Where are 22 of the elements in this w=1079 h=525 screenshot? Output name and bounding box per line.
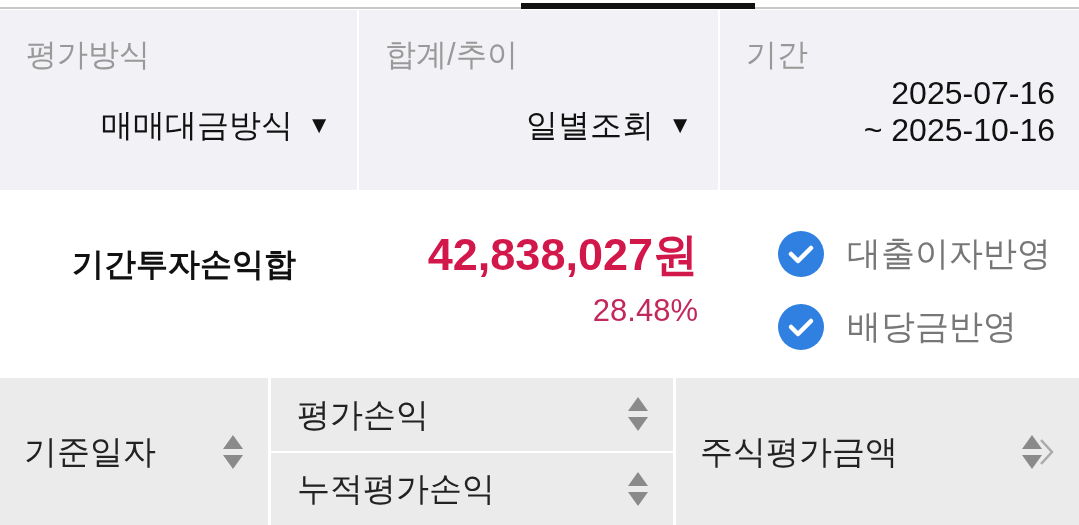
checkbox-option[interactable]: 대출이자반영 — [777, 228, 1051, 279]
checkbox-icon[interactable] — [777, 302, 825, 351]
column-header[interactable]: 기준일자 — [24, 426, 156, 477]
column-header[interactable]: 주식평가금액 — [700, 426, 898, 477]
sort-icon[interactable] — [627, 470, 649, 507]
sort-icon[interactable] — [1021, 433, 1055, 470]
sort-icon[interactable] — [222, 433, 244, 470]
checkbox-option[interactable]: 배당금반영 — [777, 301, 1051, 352]
filter-label: 합계/추이 — [385, 36, 518, 74]
profit-rate: 28.48% — [592, 291, 698, 330]
caret-icon: ▼ — [307, 107, 331, 144]
dropdown-button[interactable]: 일별조회 ▼ — [526, 101, 692, 150]
period-date[interactable]: ~ 2025-10-16 — [863, 112, 1055, 149]
checkbox-icon[interactable] — [777, 229, 825, 278]
period-date[interactable]: 2025-07-16 — [863, 75, 1055, 112]
sort-icon[interactable] — [627, 396, 649, 433]
filter-label: 평가방식 — [26, 36, 150, 74]
filter-label: 기간 — [746, 36, 808, 74]
dropdown-button[interactable]: 매매대금방식 ▼ — [101, 101, 331, 150]
caret-icon: ▼ — [668, 107, 692, 144]
summary-label: 기간투자손익합 — [72, 245, 297, 284]
profit-amount: 42,838,027원 — [427, 230, 698, 280]
